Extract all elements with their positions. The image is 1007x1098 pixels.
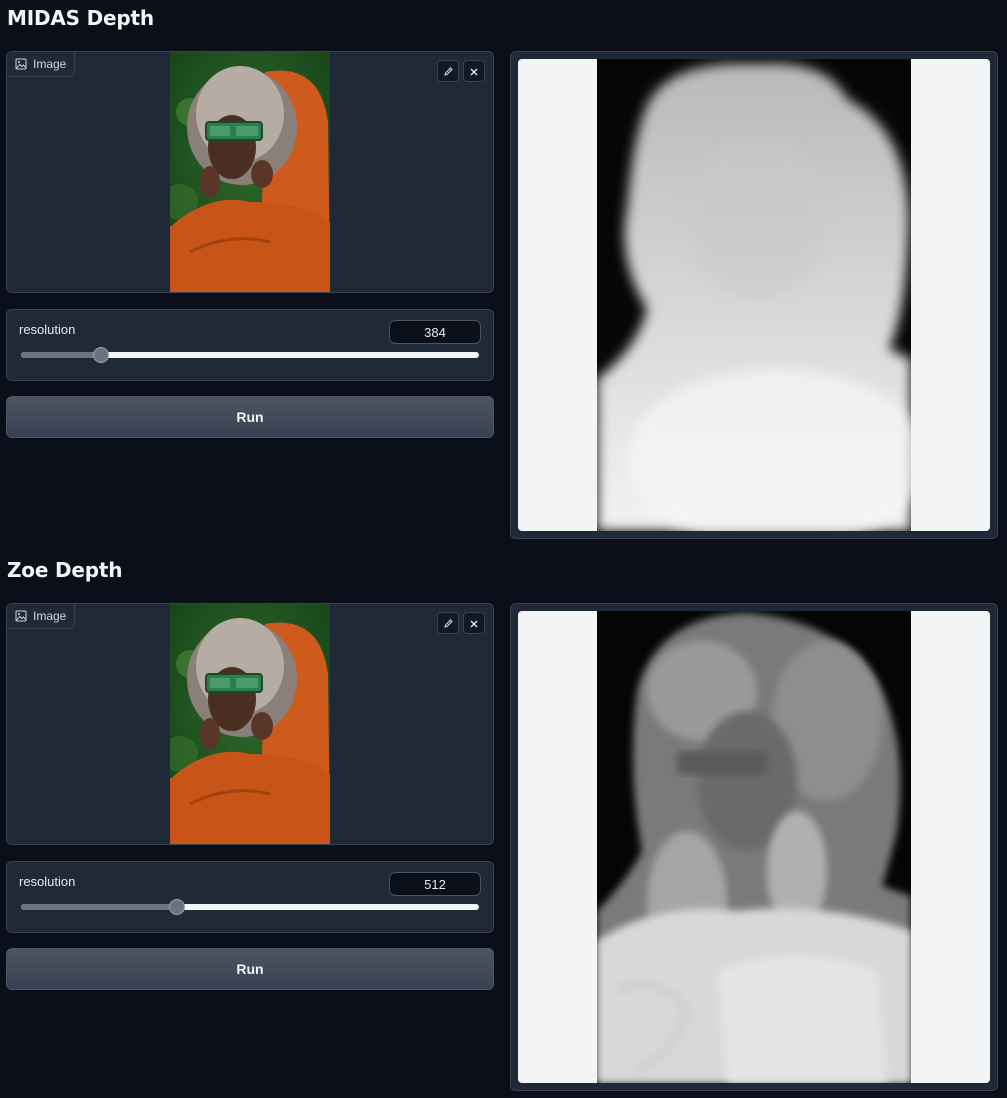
pencil-icon bbox=[443, 62, 454, 81]
slider-thumb[interactable] bbox=[168, 899, 185, 915]
image-icon bbox=[15, 58, 27, 70]
input-image-zoe[interactable]: Image bbox=[6, 603, 494, 845]
resolution-number-input[interactable]: 384 bbox=[389, 320, 481, 344]
slider-label: resolution bbox=[19, 322, 76, 337]
output-image-midas bbox=[510, 51, 998, 539]
slider-track-fill bbox=[21, 352, 102, 358]
image-icon bbox=[15, 610, 27, 622]
image-label-text: Image bbox=[33, 57, 67, 71]
resolution-slider[interactable] bbox=[21, 899, 479, 915]
slider-track-fill bbox=[21, 904, 177, 910]
run-button-zoe[interactable]: Run bbox=[6, 948, 494, 990]
slider-label: resolution bbox=[19, 874, 76, 889]
clear-image-button[interactable] bbox=[463, 612, 485, 634]
input-photo bbox=[170, 52, 330, 292]
input-image-midas[interactable]: Image bbox=[6, 51, 494, 293]
output-image-zoe bbox=[510, 603, 998, 1091]
image-label-text: Image bbox=[33, 609, 67, 623]
pencil-icon bbox=[443, 614, 454, 633]
resolution-slider-panel-midas: resolution 384 bbox=[6, 309, 494, 381]
close-icon bbox=[469, 62, 479, 81]
resolution-slider[interactable] bbox=[21, 347, 479, 363]
image-label: Image bbox=[7, 52, 76, 77]
edit-button[interactable] bbox=[437, 612, 459, 634]
run-button-midas[interactable]: Run bbox=[6, 396, 494, 438]
section-title-zoe: Zoe Depth bbox=[7, 558, 123, 582]
edit-button[interactable] bbox=[437, 60, 459, 82]
depth-map-image bbox=[597, 59, 911, 531]
close-icon bbox=[469, 614, 479, 633]
resolution-slider-panel-zoe: resolution 512 bbox=[6, 861, 494, 933]
image-label: Image bbox=[7, 604, 76, 629]
clear-image-button[interactable] bbox=[463, 60, 485, 82]
depth-map-image bbox=[597, 611, 911, 1083]
resolution-number-input[interactable]: 512 bbox=[389, 872, 481, 896]
input-photo bbox=[170, 604, 330, 844]
slider-thumb[interactable] bbox=[93, 347, 110, 363]
section-title-midas: MIDAS Depth bbox=[7, 6, 154, 30]
